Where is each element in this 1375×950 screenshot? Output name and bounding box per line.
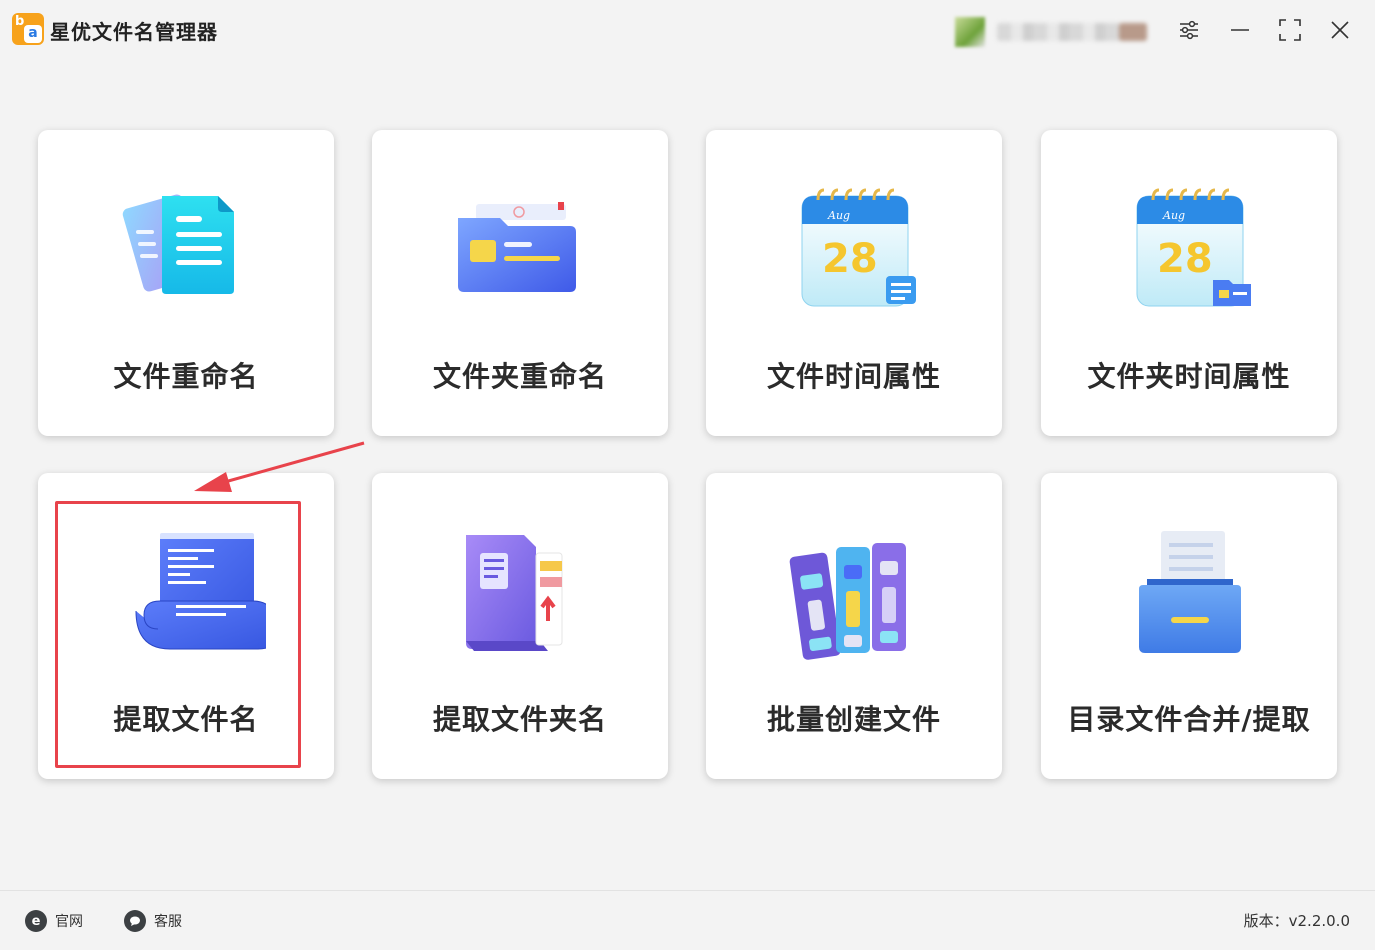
calendar-month: Aug bbox=[827, 209, 850, 222]
scroll-icon bbox=[135, 533, 266, 650]
card-label: 批量创建文件 bbox=[766, 703, 941, 736]
card-label: 文件夹时间属性 bbox=[1087, 360, 1291, 393]
binders-icon bbox=[789, 543, 906, 660]
footer-divider bbox=[0, 890, 1375, 891]
maximize-button[interactable] bbox=[1274, 14, 1306, 46]
close-button[interactable] bbox=[1324, 14, 1356, 46]
card-folder-rename[interactable]: 文件夹重命名 bbox=[372, 130, 668, 436]
user-name-blurred bbox=[997, 23, 1147, 41]
card-extract-filename[interactable]: 提取文件名 bbox=[38, 473, 334, 779]
card-folder-time[interactable]: Aug 28 文件夹时间属性 bbox=[1041, 130, 1337, 436]
logo-letter-b: b bbox=[15, 14, 25, 29]
version-label: 版本：v2.2.0.0 bbox=[1243, 912, 1350, 930]
maximize-icon bbox=[1279, 19, 1301, 41]
minimize-button[interactable] bbox=[1224, 14, 1256, 46]
drawer-icon bbox=[1139, 531, 1241, 653]
folder-extract-icon bbox=[466, 535, 563, 651]
documents-icon bbox=[122, 194, 234, 294]
app-title: 星优文件名管理器 bbox=[50, 20, 218, 44]
user-account[interactable] bbox=[955, 17, 1150, 47]
title-bar: b a 星优文件名管理器 bbox=[0, 0, 1375, 62]
folder-icon bbox=[458, 202, 576, 292]
card-extract-foldername[interactable]: 提取文件夹名 bbox=[372, 473, 668, 779]
minimize-icon bbox=[1231, 29, 1249, 31]
card-file-time[interactable]: Aug 28 文件时间属性 bbox=[706, 130, 1002, 436]
settings-icon bbox=[1180, 20, 1198, 40]
card-label: 目录文件合并/提取 bbox=[1067, 703, 1311, 736]
chat-icon bbox=[124, 910, 146, 932]
calendar-day: 28 bbox=[1157, 236, 1213, 282]
website-link[interactable]: e 官网 bbox=[25, 908, 83, 934]
calendar-month: Aug bbox=[1162, 209, 1185, 222]
close-icon bbox=[1331, 21, 1349, 39]
support-label: 客服 bbox=[154, 914, 182, 930]
user-avatar[interactable] bbox=[955, 17, 985, 47]
settings-button[interactable] bbox=[1173, 14, 1205, 46]
card-file-rename[interactable]: 文件重命名 bbox=[38, 130, 334, 436]
card-label: 文件时间属性 bbox=[766, 360, 941, 393]
browser-icon: e bbox=[25, 910, 47, 932]
app-logo: b a bbox=[12, 13, 44, 45]
calendar-icon: Aug 28 bbox=[801, 188, 916, 307]
card-label: 文件重命名 bbox=[113, 360, 259, 393]
website-label: 官网 bbox=[55, 914, 83, 930]
card-directory-merge[interactable]: 目录文件合并/提取 bbox=[1041, 473, 1337, 779]
card-label: 提取文件夹名 bbox=[432, 703, 607, 736]
card-label: 提取文件名 bbox=[113, 703, 259, 736]
calendar-day: 28 bbox=[822, 236, 878, 282]
calendar-folder-icon: Aug 28 bbox=[1136, 188, 1251, 307]
support-link[interactable]: 客服 bbox=[124, 908, 182, 934]
logo-letter-a: a bbox=[24, 25, 42, 43]
card-label: 文件夹重命名 bbox=[432, 360, 607, 393]
card-batch-create[interactable]: 批量创建文件 bbox=[706, 473, 1002, 779]
